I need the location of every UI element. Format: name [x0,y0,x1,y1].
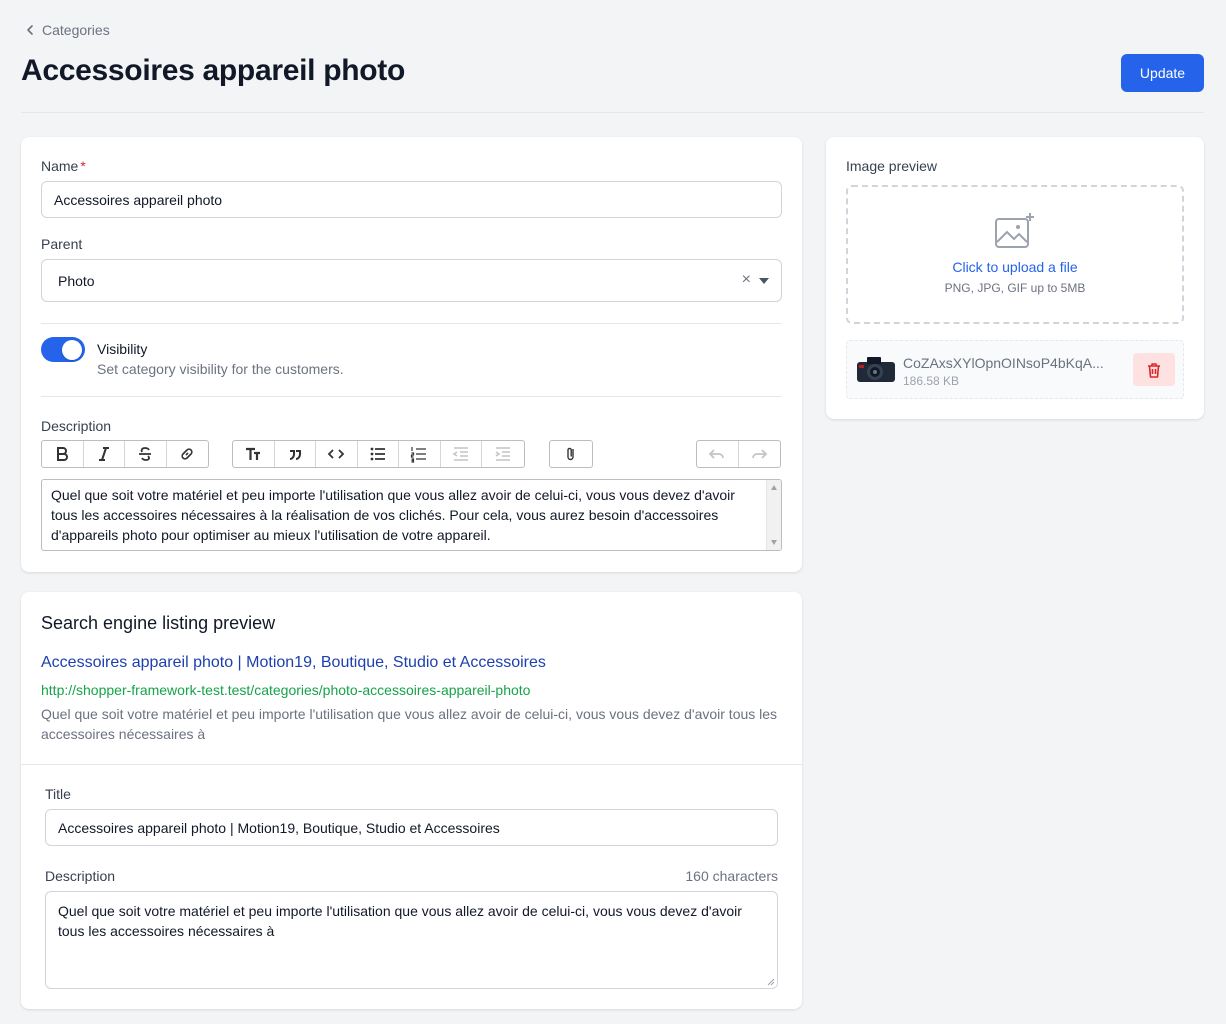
uploaded-file-item: CoZAxsXYlOpnOINsoP4bKqA... 186.58 KB [846,340,1184,399]
chevron-left-icon [27,25,33,35]
italic-button[interactable] [84,441,125,467]
seo-title-label: Title [45,786,71,802]
image-preview-label: Image preview [846,158,938,174]
image-preview-card: Image preview Click to upload a file PNG… [826,137,1204,419]
seo-description-textarea-value: Quel que soit votre matériel et peu impo… [58,903,742,939]
visibility-title: Visibility [97,341,148,357]
seo-heading: Search engine listing preview [41,613,276,633]
add-image-icon [995,213,1034,248]
scroll-down-arrow-icon[interactable] [771,540,777,545]
quote-button[interactable] [275,441,316,467]
resize-handle-icon[interactable] [767,978,775,986]
editor-scrollbar[interactable] [766,480,781,550]
name-input[interactable]: Accessoires appareil photo [41,181,782,218]
redo-button[interactable] [739,441,781,467]
strikethrough-button[interactable] [125,441,167,467]
italic-icon [98,447,109,461]
bullet-list-icon [370,447,385,461]
header-divider [21,112,1204,113]
breadcrumb-label: Categories [42,22,110,38]
character-count: 160 characters [685,868,778,884]
history-toolbar [696,440,781,468]
code-icon [327,449,345,459]
link-icon [181,448,193,460]
text-format-toolbar [41,440,209,468]
upload-help-text: PNG, JPG, GIF up to 5MB [944,281,1086,295]
seo-preview-title[interactable]: Accessoires appareil photo | Motion19, B… [41,654,546,672]
seo-description-textarea[interactable]: Quel que soit votre matériel et peu impo… [45,891,778,989]
caret-down-icon[interactable] [759,278,769,284]
outdent-button[interactable] [441,441,482,467]
link-button[interactable] [167,441,209,467]
name-label: Name * [41,158,86,174]
indent-button[interactable] [482,441,524,467]
bold-button[interactable] [42,441,84,467]
file-name: CoZAxsXYlOpnOINsoP4bKqA... [903,355,1104,371]
block-format-toolbar [232,440,525,468]
outdent-icon [452,447,468,461]
parent-select-value: Photo [58,272,95,289]
bold-icon [57,447,69,461]
attach-icon [567,447,574,461]
required-marker: * [80,158,86,174]
visibility-toggle[interactable] [41,337,85,362]
seo-title-input-value: Accessoires appareil photo | Motion19, B… [58,819,500,836]
description-editor-content: Quel que soit votre matériel et peu impo… [51,487,735,543]
seo-description-label: Description [45,868,116,884]
undo-icon [708,449,725,459]
update-button[interactable]: Update [1121,54,1204,92]
camera-thumbnail-icon [857,357,895,382]
divider [21,764,802,765]
parent-select[interactable]: Photo × [41,259,782,302]
attach-button[interactable] [550,441,592,467]
seo-title-input[interactable]: Accessoires appareil photo | Motion19, B… [45,809,778,846]
heading-button[interactable] [233,441,275,467]
breadcrumb-categories[interactable]: Categories [24,22,110,38]
description-editor[interactable]: Quel que soit votre matériel et peu impo… [41,479,782,551]
numbered-list-button[interactable] [399,441,441,467]
delete-file-button[interactable] [1133,353,1175,386]
strikethrough-icon [139,447,152,461]
toggle-knob [62,339,82,360]
seo-preview-description: Quel que soit votre matériel et peu impo… [41,706,778,742]
file-size: 186.58 KB [903,374,960,388]
divider [41,396,782,397]
upload-link[interactable]: Click to upload a file [952,259,1077,275]
upload-dropzone[interactable]: Click to upload a file PNG, JPG, GIF up … [846,185,1184,324]
description-label: Description [41,418,112,434]
seo-preview-url: http://shopper-framework-test.test/categ… [41,682,531,698]
bullet-list-button[interactable] [358,441,399,467]
undo-button[interactable] [697,441,739,467]
name-input-value: Accessoires appareil photo [54,191,223,208]
quote-icon [289,450,301,460]
divider [41,323,782,324]
trash-icon [1148,362,1160,378]
heading-icon [246,447,261,460]
category-form-card: Name * Accessoires appareil photo Parent … [21,137,802,572]
parent-label: Parent [41,236,83,252]
name-label-text: Name [41,158,79,174]
numbered-list-icon [411,447,427,463]
page-title: Accessoires appareil photo [21,54,406,87]
seo-card: Search engine listing preview Accessoire… [21,592,802,1009]
indent-icon [495,447,510,461]
redo-icon [752,449,768,459]
scroll-up-arrow-icon[interactable] [771,485,777,490]
visibility-help: Set category visibility for the customer… [97,361,344,377]
file-toolbar [549,440,593,468]
code-button[interactable] [316,441,358,467]
clear-icon[interactable]: × [742,271,751,289]
